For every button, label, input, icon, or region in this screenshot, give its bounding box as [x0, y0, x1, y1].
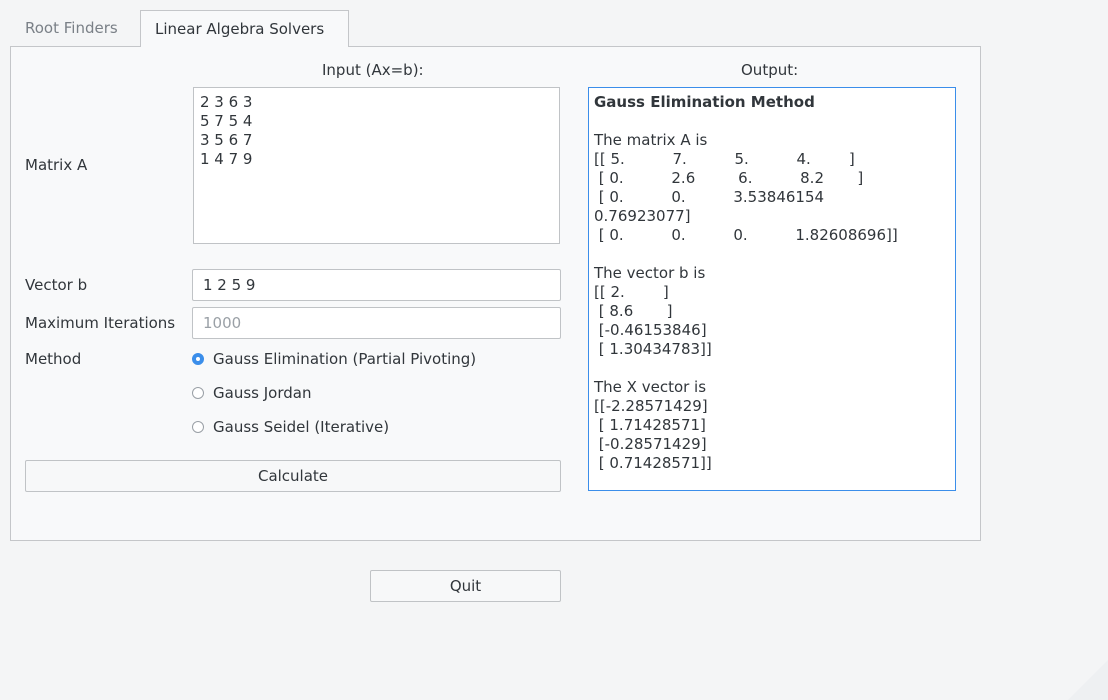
input-header: Input (Ax=b): [322, 61, 424, 79]
matrix-a-input[interactable]: 2 3 6 3 5 7 5 4 3 5 6 7 1 4 7 9 [193, 87, 560, 244]
calculate-button[interactable]: Calculate [25, 460, 561, 492]
radio-gauss-jordan-label: Gauss Jordan [213, 384, 312, 402]
output-title: Gauss Elimination Method [594, 93, 815, 111]
window-corner-decoration [1068, 660, 1108, 700]
radio-checked-icon[interactable] [192, 353, 204, 365]
vector-b-input[interactable]: 1 2 5 9 [192, 269, 561, 301]
radio-gauss-elimination[interactable]: Gauss Elimination (Partial Pivoting) [192, 348, 476, 370]
output-header: Output: [741, 61, 799, 79]
max-iterations-label: Maximum Iterations [25, 314, 176, 332]
radio-gauss-elimination-label: Gauss Elimination (Partial Pivoting) [213, 350, 477, 368]
radio-gauss-seidel[interactable]: Gauss Seidel (Iterative) [192, 416, 389, 438]
radio-gauss-jordan[interactable]: Gauss Jordan [192, 382, 311, 404]
radio-gauss-seidel-label: Gauss Seidel (Iterative) [213, 418, 390, 436]
output-body: The matrix A is [[ 5. 7. 5. 4. ] [ 0. 2.… [594, 131, 898, 472]
quit-button[interactable]: Quit [370, 570, 561, 602]
vector-b-label: Vector b [25, 276, 88, 294]
method-label: Method [25, 350, 82, 368]
tab-linear-algebra-solvers[interactable]: Linear Algebra Solvers [140, 10, 349, 47]
radio-unchecked-icon[interactable] [192, 387, 204, 399]
matrix-a-label: Matrix A [25, 156, 88, 174]
max-iterations-input[interactable]: 1000 [192, 307, 561, 339]
radio-unchecked-icon[interactable] [192, 421, 204, 433]
tab-root-finders[interactable]: Root Finders [11, 10, 132, 46]
output-text-area[interactable]: Gauss Elimination Method The matrix A is… [588, 87, 956, 491]
